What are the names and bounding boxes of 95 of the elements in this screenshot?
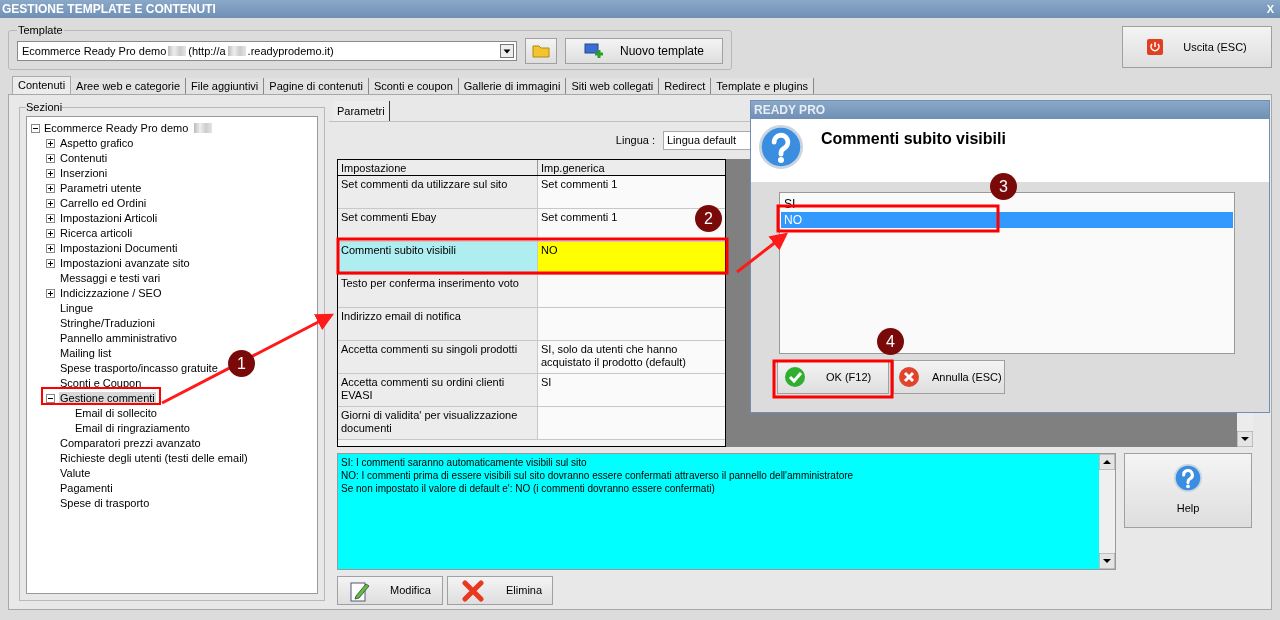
tree-item[interactable]: Stringhe/Traduzioni xyxy=(59,316,156,330)
edit-button[interactable]: Modifica xyxy=(337,576,443,605)
expand-toggle-icon[interactable] xyxy=(46,258,55,268)
table-row[interactable]: Accetta commenti su singoli prodotti SI, solo da utenti che hanno acquistato il prodotto (default) xyxy=(338,341,725,374)
redacted-block xyxy=(227,45,246,56)
window-title: GESTIONE TEMPLATE E CONTENUTI xyxy=(2,1,216,18)
table-cell: SI xyxy=(538,374,725,406)
tree-item[interactable]: Impostazioni Documenti xyxy=(59,241,179,255)
tab[interactable]: Pagine di contenuti xyxy=(264,78,369,94)
select-value: (http://a xyxy=(188,43,226,59)
select-value: Ecommerce Ready Pro demo xyxy=(22,43,167,59)
description-text: NO: I commenti prima di essere visibili sul sito dovranno essere confermati attraverso il pannello dell'amministratore xyxy=(341,469,855,482)
question-icon xyxy=(759,125,803,169)
new-template-button[interactable]: Nuovo template xyxy=(565,37,723,64)
expand-toggle-icon[interactable] xyxy=(46,153,55,163)
cancel-icon xyxy=(898,366,920,388)
tree-item[interactable]: Spese trasporto/incasso gratuite xyxy=(59,361,219,375)
scroll-down-icon[interactable] xyxy=(1237,431,1253,447)
tab[interactable]: Gallerie di immagini xyxy=(458,78,567,94)
help-button[interactable]: Help xyxy=(1124,453,1252,528)
tab[interactable]: Aree web e categorie xyxy=(71,78,187,94)
scroll-up-icon[interactable] xyxy=(1099,454,1115,470)
tree-item[interactable]: Carrello ed Ordini xyxy=(59,196,148,210)
tree-item[interactable]: Comparatori prezzi avanzato xyxy=(59,436,202,450)
help-icon xyxy=(1174,464,1202,493)
edit-document-icon xyxy=(350,579,370,602)
dialog-title: READY PRO xyxy=(754,102,826,119)
collapse-toggle-icon[interactable] xyxy=(31,123,40,133)
monitor-plus-icon xyxy=(583,42,604,59)
field-label: Lingua : xyxy=(615,132,655,148)
folder-icon xyxy=(532,43,550,59)
dialog-heading: Commenti subito visibili xyxy=(821,129,1006,149)
tree-item[interactable]: Contenuti xyxy=(59,151,109,165)
description-text: SI: I commenti saranno automaticamente visibili sul sito xyxy=(341,456,588,469)
redacted-block xyxy=(194,123,213,133)
table-row[interactable]: Giorni di validita' per visualizzazione documenti xyxy=(338,407,725,440)
column-header: Impostazione xyxy=(338,160,538,175)
tree-item[interactable]: Lingue xyxy=(59,301,95,315)
table-cell: SI, solo da utenti che hanno acquistato il prodotto (default) xyxy=(538,341,725,373)
table-cell: NO xyxy=(538,242,725,274)
description-text: Se non impostato il valore di default e': NO (i commenti dovranno essere confermati) xyxy=(341,482,716,495)
tab[interactable]: Sconti e coupon xyxy=(368,78,459,94)
cancel-button[interactable]: Annulla (ESC) xyxy=(893,360,1005,394)
tree-item[interactable]: Messaggi e testi vari xyxy=(59,271,162,285)
tree-item[interactable]: Inserzioni xyxy=(59,166,109,180)
scroll-down-icon[interactable] xyxy=(1099,553,1115,569)
tree-item[interactable]: Aspetto grafico xyxy=(59,136,135,150)
power-icon xyxy=(1147,39,1164,55)
collapse-toggle-icon[interactable] xyxy=(46,393,55,403)
delete-x-icon xyxy=(462,579,484,602)
tab[interactable]: Redirect xyxy=(659,78,712,94)
table-cell: Set commenti 1 xyxy=(538,176,725,208)
group-label: Sezioni xyxy=(26,100,63,115)
check-icon xyxy=(784,366,806,388)
tab[interactable]: Contenuti xyxy=(12,76,72,94)
exit-button[interactable]: Uscita (ESC) xyxy=(1122,26,1272,68)
tree-item[interactable]: Mailing list xyxy=(59,346,113,360)
expand-toggle-icon[interactable] xyxy=(46,228,55,238)
table-row[interactable]: Testo per conferma inserimento voto xyxy=(338,275,725,308)
group-label: Template xyxy=(17,23,64,38)
tree-item[interactable]: Pagamenti xyxy=(59,481,114,495)
tab[interactable]: File aggiuntivi xyxy=(186,78,265,94)
expand-toggle-icon[interactable] xyxy=(46,198,55,208)
tree-item[interactable]: Richieste degli utenti (testi delle email) xyxy=(59,451,249,465)
expand-toggle-icon[interactable] xyxy=(46,183,55,193)
tree-item[interactable]: Impostazioni Articoli xyxy=(59,211,159,225)
column-header: Imp.generica xyxy=(540,161,606,175)
delete-button[interactable]: Elimina xyxy=(447,576,553,605)
tree-item[interactable]: Ricerca articoli xyxy=(59,226,134,240)
tree-item[interactable]: Email di sollecito xyxy=(74,406,158,420)
table-row[interactable]: Indirizzo email di notifica xyxy=(338,308,725,341)
redacted-block xyxy=(168,45,187,56)
tree-item[interactable]: Spese di trasporto xyxy=(59,496,151,510)
tab[interactable]: Template e plugins xyxy=(711,78,814,94)
table-row[interactable]: Set commenti da utilizzare sul sito Set commenti 1 xyxy=(338,176,725,209)
tree-item[interactable]: Pannello amministrativo xyxy=(59,331,178,345)
arrow xyxy=(736,232,789,274)
tree-item[interactable]: Impostazioni avanzate sito xyxy=(59,256,191,270)
table-row[interactable]: Accetta commenti su ordini clienti EVASI SI xyxy=(338,374,725,407)
tree-item[interactable]: Valute xyxy=(59,466,92,480)
expand-toggle-icon[interactable] xyxy=(46,213,55,223)
expand-toggle-icon[interactable] xyxy=(46,168,55,178)
tree-item[interactable]: Indicizzazione / SEO xyxy=(59,286,163,300)
tree-item[interactable]: Sconti e Coupon xyxy=(59,376,143,390)
tree-item[interactable]: Email di ringraziamento xyxy=(74,421,191,435)
expand-toggle-icon[interactable] xyxy=(46,288,55,298)
tree-item[interactable]: Ecommerce Ready Pro demo xyxy=(44,119,189,137)
expand-toggle-icon[interactable] xyxy=(46,243,55,253)
tree-item[interactable]: Parametri utente xyxy=(59,181,143,195)
parameters-tab[interactable]: Parametri xyxy=(333,101,390,121)
template-select[interactable]: Ecommerce Ready Pro demo (http://a .readyprodemo.it) xyxy=(17,40,517,61)
expand-toggle-icon[interactable] xyxy=(46,138,55,148)
language-select[interactable]: Lingua default xyxy=(663,130,753,150)
select-value: .readyprodemo.it) xyxy=(247,43,334,59)
tab[interactable]: Siti web collegati xyxy=(566,78,660,94)
